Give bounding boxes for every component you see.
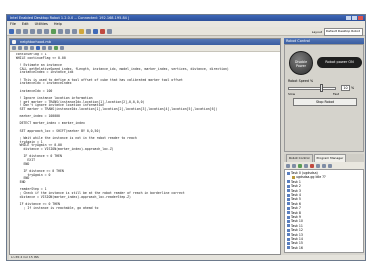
bookmark-icon[interactable]	[36, 46, 40, 50]
play-icon[interactable]	[298, 163, 302, 168]
add-icon[interactable]	[286, 163, 290, 168]
maximize-button[interactable]	[352, 16, 357, 20]
minimize-button[interactable]	[346, 16, 351, 20]
outdent-icon[interactable]	[30, 46, 34, 50]
power-status-indicator: Robot power ON	[317, 57, 362, 68]
code-editor-panel: neighborhood.mb continueFlag = 1 WHILE c…	[9, 38, 281, 255]
speed-min-label: Slow	[288, 92, 296, 96]
window-title: Intel Enabled Desktop Robot 1.2.0.0 -- C…	[10, 16, 130, 20]
settings-icon[interactable]	[107, 28, 112, 34]
close-button[interactable]	[358, 16, 363, 20]
tree-item[interactable]: Task 16	[287, 246, 303, 250]
stop-robot-button[interactable]: Stop Robot	[293, 98, 357, 106]
speed-unit: %	[351, 86, 355, 90]
file-icon	[292, 175, 295, 179]
status-bar: Ln 65:4 Col 15 INS	[9, 255, 365, 260]
upload-icon[interactable]	[322, 163, 326, 168]
right-dock: Robot Control Disable Power Robot power …	[284, 38, 364, 255]
task-icon	[287, 180, 290, 184]
speed-slider-track[interactable]	[288, 87, 336, 90]
redo-icon[interactable]	[65, 28, 70, 34]
task-icon	[287, 202, 290, 206]
task-icon	[287, 219, 290, 223]
program-tree: Task 0 (ugdsdsa) ugdsdsa.gg Idle ?? Task 1…	[284, 169, 364, 253]
editor-tab-title: neighborhood.mb	[20, 40, 51, 44]
task-icon	[287, 246, 290, 250]
editor-toolbar	[10, 45, 280, 52]
task-icon	[287, 197, 290, 201]
open-folder-icon[interactable]	[16, 28, 21, 34]
panel-tabs: Robot Control Program Manager	[284, 154, 364, 162]
tab-program-manager[interactable]: Program Manager	[313, 154, 347, 162]
refresh-icon[interactable]	[316, 163, 320, 168]
speed-label: Robot Speed %	[288, 79, 314, 83]
comment-icon[interactable]	[12, 46, 16, 50]
disable-power-button[interactable]: Disable Power	[289, 51, 313, 75]
find-icon[interactable]	[72, 28, 77, 34]
debug-icon[interactable]	[79, 28, 84, 34]
robot-control-panel: Disable Power Robot power ON Robot Speed…	[284, 44, 364, 152]
speed-max-label: Fast	[333, 92, 340, 96]
task-icon	[287, 215, 290, 219]
stop-icon[interactable]	[100, 28, 105, 34]
program-toolbar	[284, 162, 364, 169]
layout-control: Layout Default Desktop Robot	[311, 27, 363, 36]
task-icon	[287, 211, 290, 215]
run-icon[interactable]	[51, 28, 56, 34]
layout-select[interactable]: Default Desktop Robot	[324, 27, 363, 36]
paste-icon[interactable]	[44, 28, 49, 34]
save-icon[interactable]	[23, 28, 28, 34]
prev-bookmark-icon[interactable]	[42, 46, 46, 50]
task-icon	[287, 184, 290, 188]
task-icon	[287, 237, 290, 241]
speed-slider-handle[interactable]	[320, 84, 324, 92]
next-bookmark-icon[interactable]	[48, 46, 52, 50]
copy-icon[interactable]	[37, 28, 42, 34]
stop-task-icon[interactable]	[310, 163, 314, 168]
undo-icon[interactable]	[58, 28, 63, 34]
layout-label: Layout	[311, 29, 322, 34]
task-icon	[287, 241, 290, 245]
indent-icon[interactable]	[24, 46, 28, 50]
new-file-icon[interactable]	[9, 28, 14, 34]
task-icon	[287, 228, 290, 232]
format-icon[interactable]	[60, 46, 64, 50]
connect-icon[interactable]	[93, 28, 98, 34]
code-text[interactable]: continueFlag = 1 WHILE continueFlag <> 0…	[12, 53, 278, 253]
app-window: Intel Enabled Desktop Robot 1.2.0.0 -- C…	[6, 14, 366, 261]
speed-input[interactable]: 10	[341, 85, 350, 91]
pause-icon[interactable]	[304, 163, 308, 168]
task-icon	[287, 206, 290, 210]
cut-icon[interactable]	[30, 28, 35, 34]
task-icon	[287, 171, 290, 175]
uncomment-icon[interactable]	[18, 46, 22, 50]
main-toolbar: Layout Default Desktop Robot	[7, 27, 365, 36]
task-icon	[287, 224, 290, 228]
task-icon	[287, 189, 290, 193]
tree-item-label: Task 16	[291, 245, 303, 250]
task-icon	[287, 233, 290, 237]
download-icon[interactable]	[328, 163, 332, 168]
breakpoint-icon[interactable]	[54, 46, 58, 50]
file-icon	[12, 40, 16, 44]
tab-robot-control[interactable]: Robot Control	[286, 154, 313, 162]
folder-icon[interactable]	[292, 163, 296, 168]
step-icon[interactable]	[86, 28, 91, 34]
task-icon	[287, 193, 290, 197]
